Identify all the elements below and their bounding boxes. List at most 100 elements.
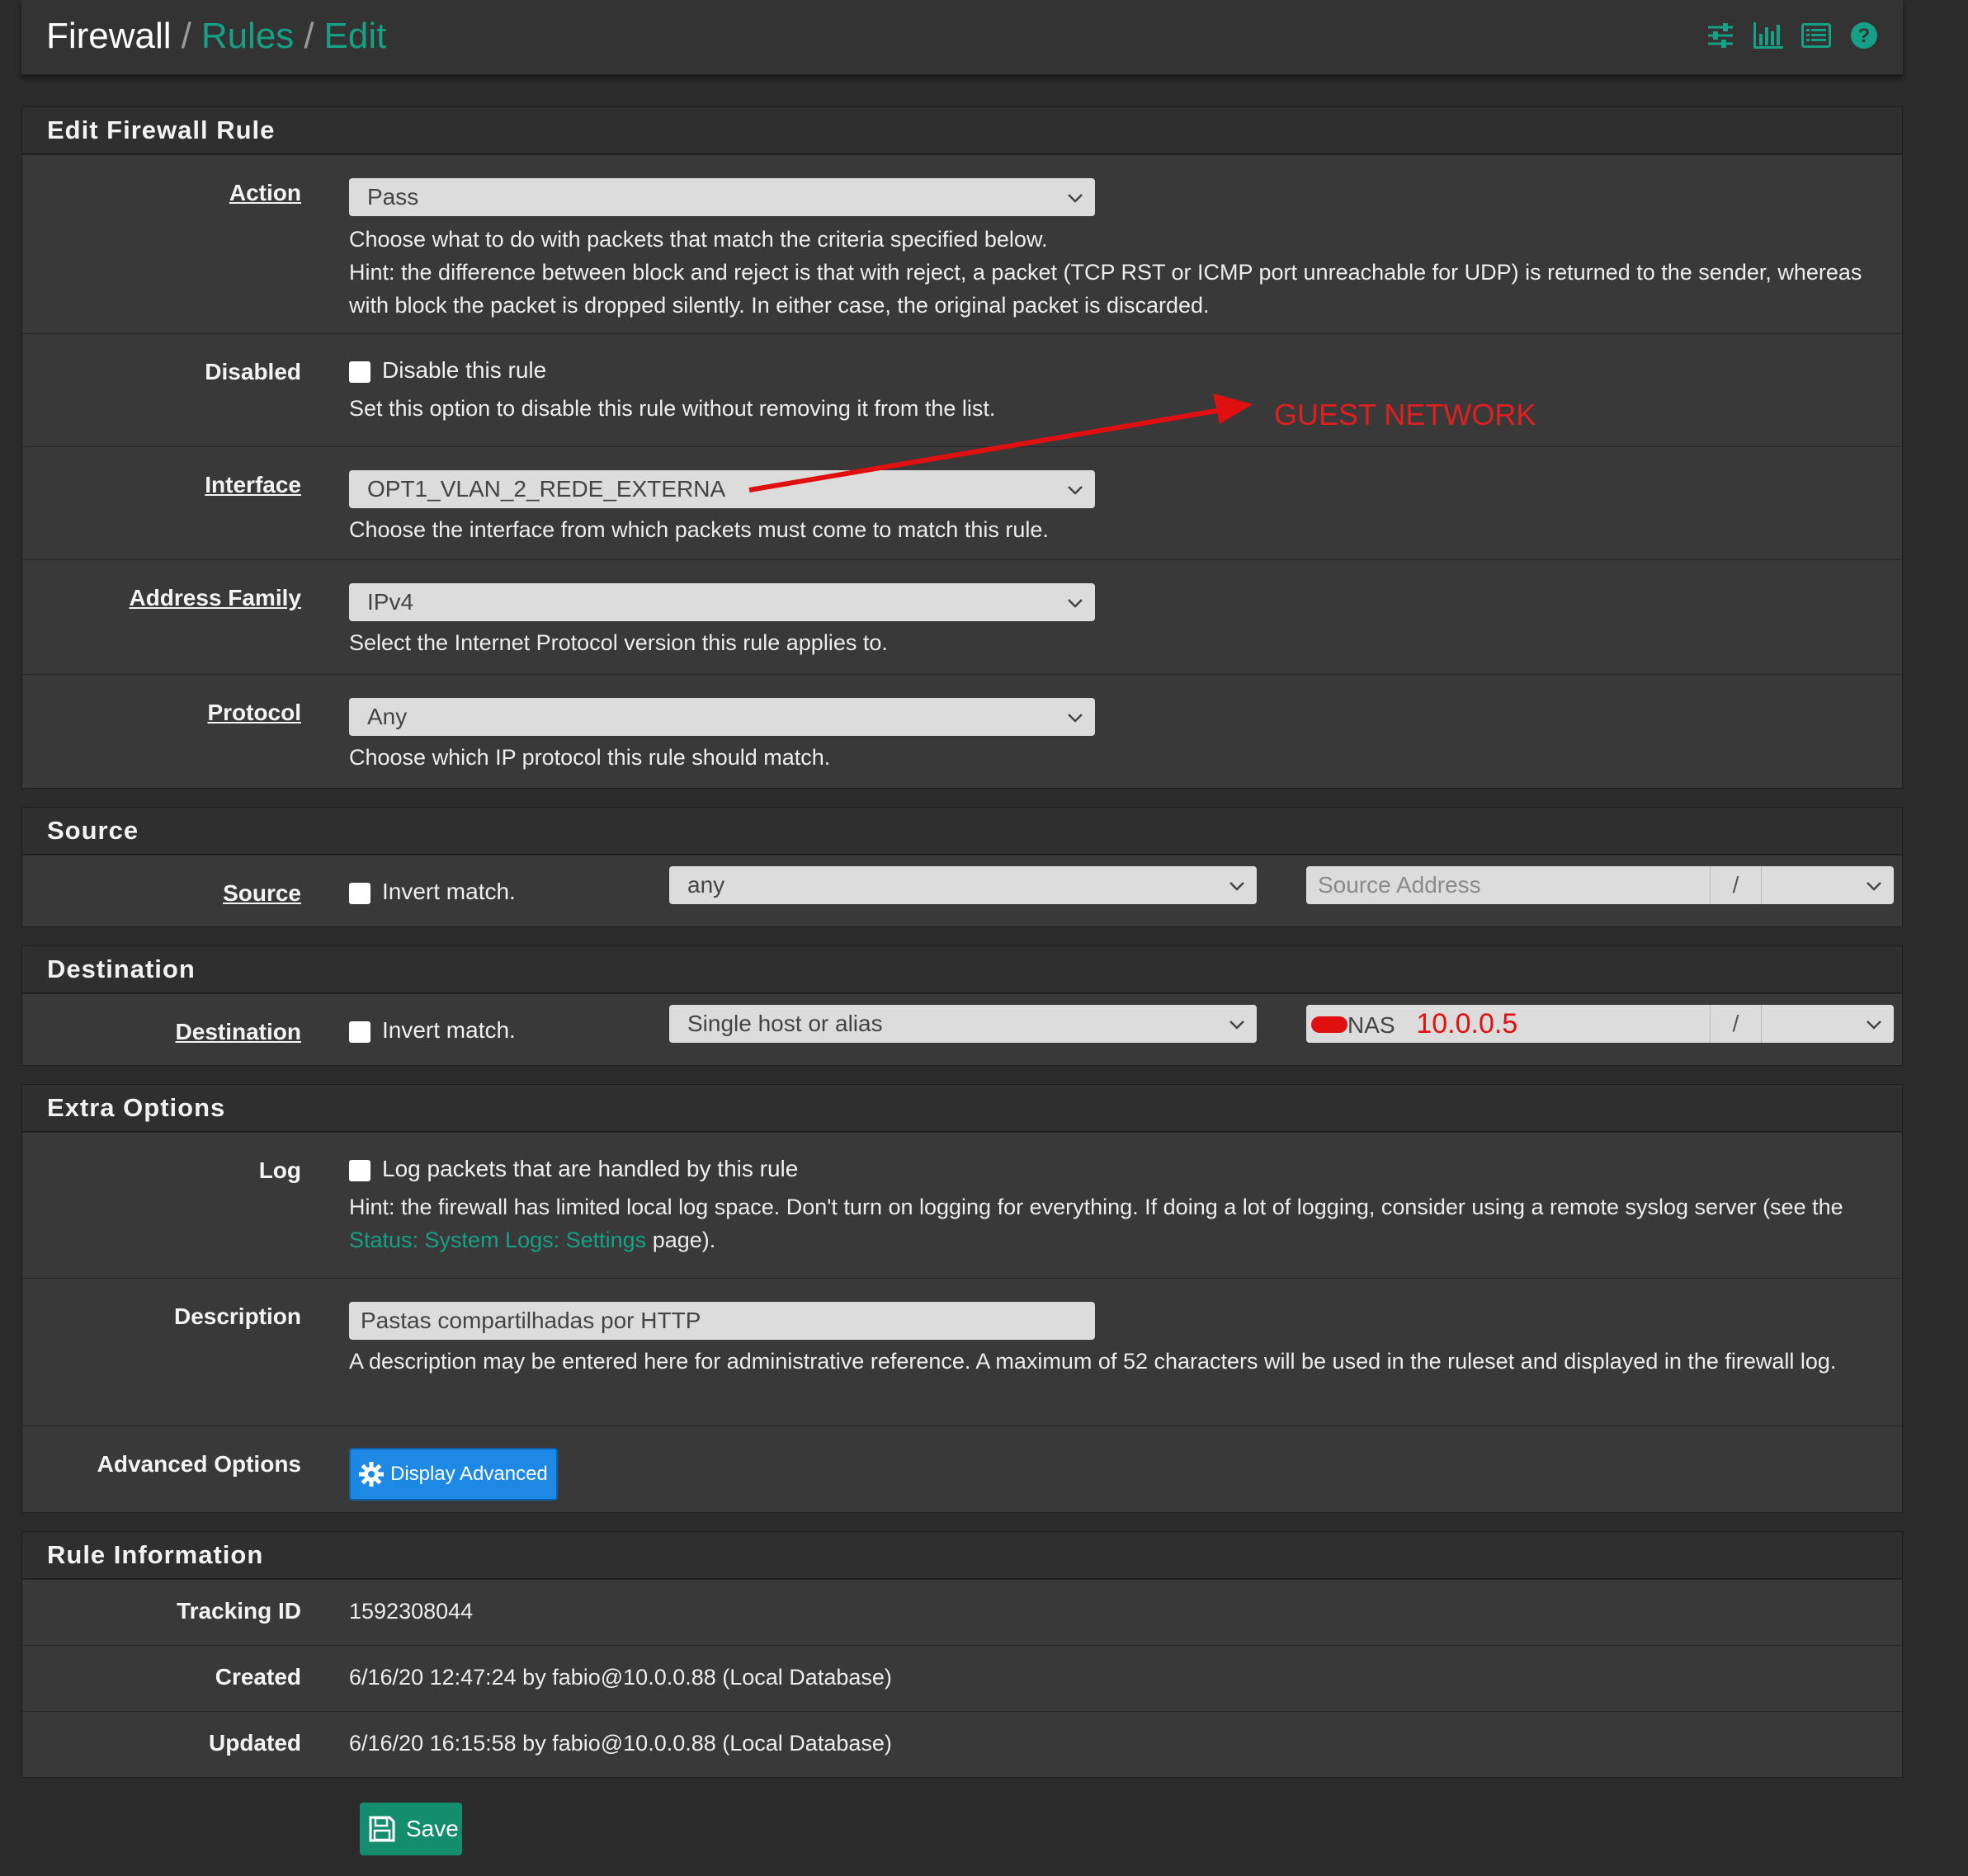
panel-title: Rule Information — [22, 1532, 1902, 1579]
source-mask-separator: / — [1709, 866, 1763, 904]
action-select[interactable]: Pass — [349, 178, 1095, 216]
description-input[interactable]: Pastas compartilhadas por HTTP — [349, 1302, 1095, 1340]
interface-select[interactable]: OPT1_VLAN_2_REDE_EXTERNA — [349, 470, 1095, 508]
rule-info-panel: Rule Information Tracking ID 1592308044 … — [21, 1531, 1903, 1778]
sliders-icon[interactable] — [1705, 20, 1736, 51]
breadcrumb-rules[interactable]: Rules — [201, 16, 295, 56]
updated-value: 6/16/20 16:15:58 by fabio@10.0.0.88 (Loc… — [349, 1731, 892, 1756]
source-address-input[interactable]: Source Address — [1306, 866, 1710, 904]
source-invert-checkbox[interactable] — [349, 882, 370, 904]
tracking-id-row: Tracking ID 1592308044 — [22, 1579, 1902, 1645]
action-row: Action Pass Choose what to do with packe… — [22, 154, 1902, 333]
description-label: Description — [173, 1303, 301, 1329]
breadcrumb: Firewall / Rules / Edit — [46, 12, 386, 61]
edit-rule-panel: Edit Firewall Rule Action Pass Choose wh… — [21, 106, 1903, 789]
panel-title: Edit Firewall Rule — [22, 107, 1902, 154]
chevron-down-icon — [1068, 599, 1083, 608]
display-advanced-label: Display Advanced — [390, 1463, 548, 1485]
destination-panel: Destination Destination Invert match. Si… — [21, 945, 1903, 1066]
destination-label: Destination — [175, 1019, 301, 1044]
source-type-value: any — [687, 872, 725, 898]
breadcrumb-edit[interactable]: Edit — [324, 16, 387, 56]
description-help: A description may be entered here for ad… — [349, 1349, 1837, 1374]
log-label: Log — [258, 1157, 301, 1183]
disabled-label: Disabled — [205, 359, 301, 384]
destination-ip-annotation: 10.0.0.5 — [1416, 1008, 1518, 1039]
panel-title: Extra Options — [22, 1085, 1902, 1132]
action-help: Choose what to do with packets that matc… — [349, 227, 1048, 252]
advanced-options-row: Advanced Options Display Advanced — [22, 1426, 1902, 1512]
header-icons: ? — [1705, 20, 1880, 51]
source-address-group: Source Address / — [1306, 866, 1894, 904]
destination-mask-separator: / — [1709, 1005, 1763, 1043]
chevron-down-icon — [1867, 1020, 1881, 1030]
protocol-help: Choose which IP protocol this rule shoul… — [349, 745, 831, 770]
save-button[interactable]: Save — [360, 1803, 462, 1855]
display-advanced-button[interactable]: Display Advanced — [349, 1448, 558, 1501]
breadcrumb-separator: / — [304, 16, 314, 56]
chevron-down-icon — [1068, 486, 1083, 495]
tracking-id-value: 1592308044 — [349, 1599, 474, 1624]
save-label: Save — [406, 1816, 459, 1841]
address-family-row: Address Family IPv4 Select the Internet … — [22, 559, 1902, 674]
chevron-down-icon — [1229, 1020, 1244, 1030]
breadcrumb-firewall: Firewall — [46, 16, 172, 56]
source-invert-label: Invert match. — [382, 879, 516, 904]
disabled-help: Set this option to disable this rule wit… — [349, 396, 996, 421]
system-logs-settings-link[interactable]: Status: System Logs: Settings — [349, 1228, 646, 1252]
updated-row: Updated 6/16/20 16:15:58 by fabio@10.0.0… — [22, 1711, 1902, 1777]
interface-value: OPT1_VLAN_2_REDE_EXTERNA — [367, 476, 726, 502]
protocol-label: Protocol — [207, 700, 301, 725]
bar-chart-icon[interactable] — [1753, 20, 1784, 51]
address-family-select[interactable]: IPv4 — [349, 583, 1095, 621]
chevron-down-icon — [1068, 194, 1083, 203]
list-icon[interactable] — [1800, 20, 1832, 51]
updated-label: Updated — [209, 1730, 301, 1756]
protocol-value: Any — [367, 704, 408, 729]
disable-rule-checkbox[interactable] — [349, 361, 370, 383]
chevron-down-icon — [1867, 882, 1881, 891]
destination-address-value: NAS — [1347, 1012, 1395, 1038]
breadcrumb-separator: / — [181, 16, 191, 56]
address-family-label: Address Family — [129, 585, 301, 610]
destination-invert-label: Invert match. — [382, 1017, 516, 1043]
svg-text:?: ? — [1858, 25, 1871, 47]
page: Firewall / Rules / Edit ? Edit Firewall Rule… — [21, 0, 1903, 1778]
destination-type-value: Single host or alias — [687, 1011, 883, 1036]
destination-mask-select[interactable] — [1762, 1005, 1894, 1043]
source-panel: Source Source Invert match. any Source A… — [21, 807, 1903, 927]
panel-title: Source — [22, 808, 1902, 855]
log-checkbox-label: Log packets that are handled by this rul… — [382, 1156, 799, 1181]
source-mask-select[interactable] — [1762, 866, 1894, 904]
address-family-value: IPv4 — [367, 589, 414, 615]
created-row: Created 6/16/20 12:47:24 by fabio@10.0.0… — [22, 1645, 1902, 1711]
interface-help: Choose the interface from which packets … — [349, 517, 1049, 542]
created-value: 6/16/20 12:47:24 by fabio@10.0.0.88 (Loc… — [349, 1665, 892, 1690]
source-label: Source — [223, 880, 301, 906]
advanced-options-label: Advanced Options — [97, 1451, 301, 1477]
log-row: Log Log packets that are handled by this… — [22, 1132, 1902, 1278]
action-hint: Hint: the difference between block and r… — [349, 260, 1862, 318]
address-family-help: Select the Internet Protocol version thi… — [349, 630, 888, 655]
created-label: Created — [215, 1664, 301, 1690]
chevron-down-icon — [1229, 882, 1244, 891]
guest-network-annotation: GUEST NETWORK — [1274, 398, 1536, 431]
destination-type-select[interactable]: Single host or alias — [669, 1005, 1257, 1043]
help-icon[interactable]: ? — [1848, 20, 1880, 51]
description-row: Description Pastas compartilhadas por HT… — [22, 1278, 1902, 1426]
destination-address-group: NAS 10.0.0.5 / — [1306, 1005, 1894, 1043]
source-type-select[interactable]: any — [669, 866, 1257, 904]
destination-row: Destination Invert match. Single host or… — [22, 993, 1902, 1065]
destination-address-input[interactable]: NAS 10.0.0.5 — [1306, 1005, 1710, 1043]
interface-row: Interface OPT1_VLAN_2_REDE_EXTERNA Choos… — [22, 446, 1902, 559]
log-help-text: Hint: the firewall has limited local log… — [349, 1195, 1843, 1219]
action-label: Action — [229, 180, 301, 205]
protocol-select[interactable]: Any — [349, 698, 1095, 736]
destination-invert-checkbox[interactable] — [349, 1020, 370, 1043]
gear-icon — [359, 1462, 384, 1487]
panel-title: Destination — [22, 946, 1902, 993]
log-help-text-end: page). — [646, 1228, 716, 1252]
log-checkbox[interactable] — [349, 1159, 370, 1181]
disabled-row: Disabled Disable this rule Set this opti… — [22, 333, 1902, 446]
source-row: Source Invert match. any Source Address … — [22, 855, 1902, 926]
